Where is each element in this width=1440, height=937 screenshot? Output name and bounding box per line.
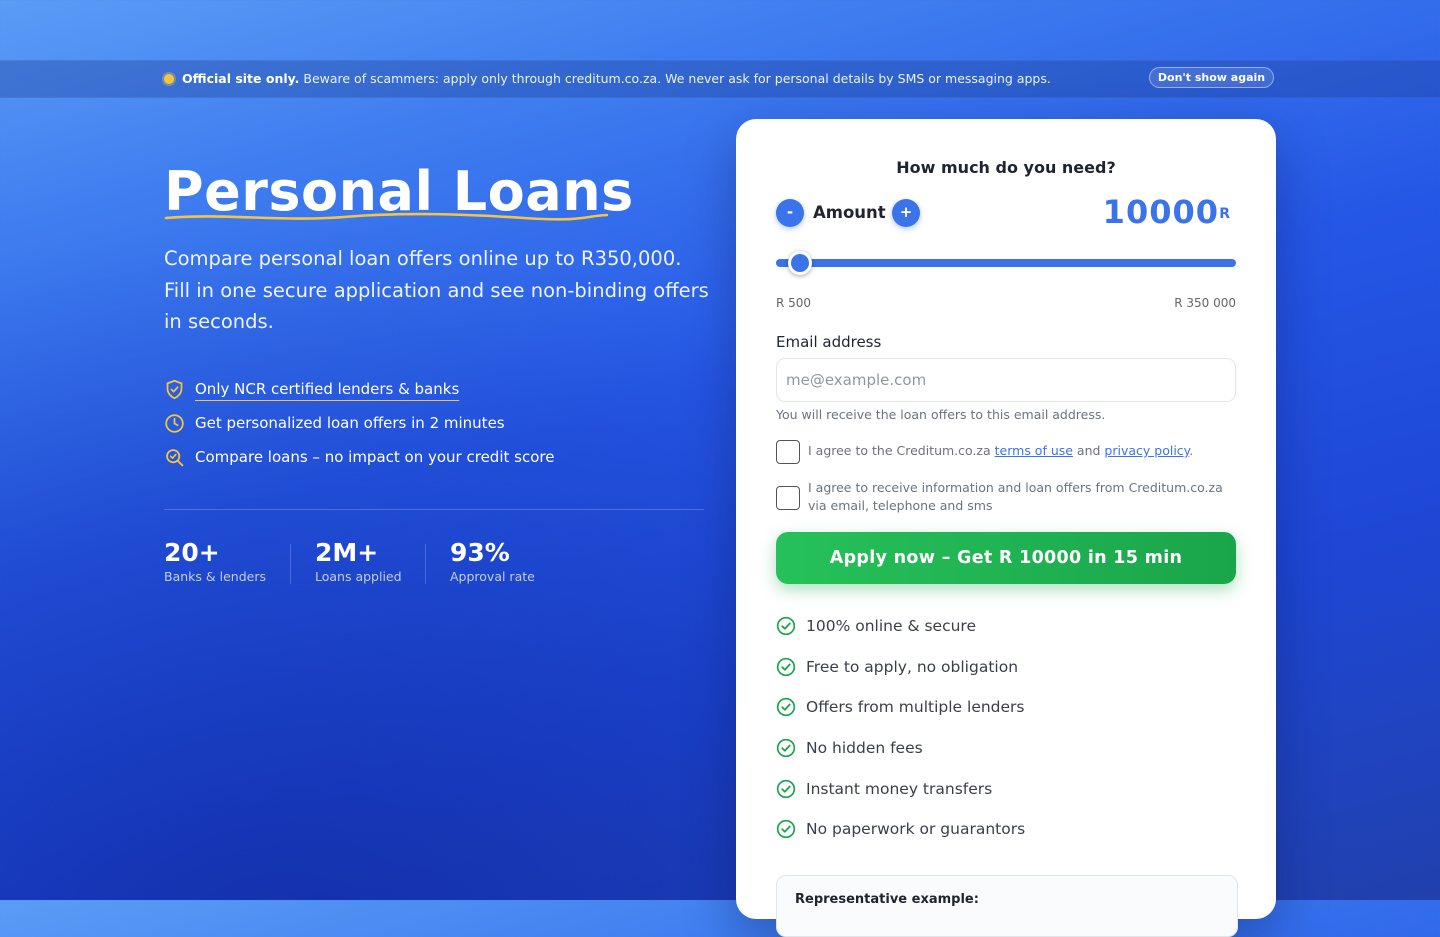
feature-fast-offers: Get personalized loan offers in 2 minute… [164, 411, 505, 435]
notice-body: Beware of scammers: apply only through c… [299, 71, 1051, 86]
benefit-label: Offers from multiple lenders [806, 698, 1025, 716]
check-circle-icon [776, 657, 796, 677]
benefit-item: No paperwork or guarantors [776, 819, 1025, 839]
benefit-label: 100% online & secure [806, 617, 976, 635]
amount-value[interactable]: 10000 [1103, 193, 1219, 231]
stat-approval: 93% Approval rate [450, 538, 535, 584]
benefit-item: 100% online & secure [776, 616, 976, 636]
clock-icon [165, 413, 184, 433]
feature-label: Compare loans – no impact on your credit… [195, 448, 555, 466]
stat-value: 2M+ [315, 538, 379, 567]
warning-dot-icon [164, 74, 174, 84]
stat-label: Loans applied [315, 569, 402, 584]
terms-after: . [1189, 443, 1194, 458]
check-circle-icon [776, 697, 796, 717]
feature-label: Only NCR certified lenders & banks [195, 380, 460, 398]
stat-separator [425, 544, 426, 584]
currency-label: R [1219, 206, 1230, 222]
benefit-label: No hidden fees [806, 739, 923, 757]
feature-no-credit-impact: Compare loans – no impact on your credit… [164, 445, 554, 469]
notice-bold: Official site only. [182, 71, 300, 86]
title-underline-squiggle [164, 212, 609, 221]
benefit-item: Instant money transfers [776, 779, 992, 799]
check-circle-icon [776, 616, 796, 636]
marketing-consent-checkbox[interactable] [776, 486, 800, 510]
search-check-icon [166, 448, 184, 466]
hero-lead: Compare personal loan offers online up t… [164, 247, 709, 333]
amount-range-max: R 350 000 [1174, 296, 1236, 310]
amount-slider-handle[interactable] [788, 251, 812, 275]
stats-divider [164, 509, 704, 510]
top-header-band [0, 0, 1440, 60]
benefit-label: Free to apply, no obligation [806, 658, 1019, 676]
notice-text: Official site only. Beware of scammers: … [182, 71, 1051, 86]
amount-question: How much do you need? [896, 158, 1116, 177]
check-circle-icon [776, 779, 796, 799]
check-circle-icon [776, 819, 796, 839]
stat-label: Approval rate [450, 569, 535, 584]
stat-value: 20+ [164, 538, 220, 567]
amount-label: Amount [813, 203, 886, 222]
email-hint: You will receive the loan offers to this… [776, 407, 1106, 422]
marketing-consent-text: I agree to receive information and loan … [808, 480, 1223, 513]
shield-check-icon [166, 379, 183, 399]
stat-label: Banks & lenders [164, 569, 266, 584]
representative-example-box: Representative example: [776, 875, 1238, 937]
privacy-policy-link[interactable]: privacy policy [1104, 443, 1189, 458]
benefit-item: Offers from multiple lenders [776, 697, 1025, 717]
increase-amount-button[interactable]: + [892, 199, 920, 227]
stat-loans: 2M+ Loans applied [315, 538, 402, 584]
stat-lenders: 20+ Banks & lenders [164, 538, 266, 584]
stat-value: 93% [450, 538, 510, 567]
terms-before: I agree to the Creditum.co.za [808, 443, 995, 458]
benefit-item: No hidden fees [776, 738, 923, 758]
benefit-label: No paperwork or guarantors [806, 820, 1026, 838]
terms-middle: and [1072, 443, 1105, 458]
amount-range-min: R 500 [776, 296, 812, 310]
feature-label: Get personalized loan offers in 2 minute… [195, 414, 505, 432]
amount-slider-track[interactable] [776, 259, 1236, 267]
email-label: Email address [776, 333, 882, 351]
terms-consent-checkbox[interactable] [776, 440, 800, 464]
benefit-label: Instant money transfers [806, 780, 993, 798]
terms-of-use-link[interactable]: terms of use [995, 443, 1073, 458]
loan-application-card: How much do you need? - Amount + 10000 R… [736, 119, 1276, 937]
stat-separator [290, 544, 291, 584]
apply-now-button[interactable]: Apply now – Get R 10000 in 15 min [776, 532, 1236, 584]
decrease-amount-button[interactable]: - [776, 199, 804, 227]
terms-consent-text: I agree to the Creditum.co.za terms of u… [808, 442, 1193, 460]
check-circle-icon [776, 738, 796, 758]
feature-ncr-lenders: Only NCR certified lenders & banks [164, 377, 459, 401]
benefit-item: Free to apply, no obligation [776, 657, 1018, 677]
email-field[interactable] [776, 358, 1236, 402]
dont-show-again-button[interactable]: Don't show again [1149, 67, 1274, 88]
